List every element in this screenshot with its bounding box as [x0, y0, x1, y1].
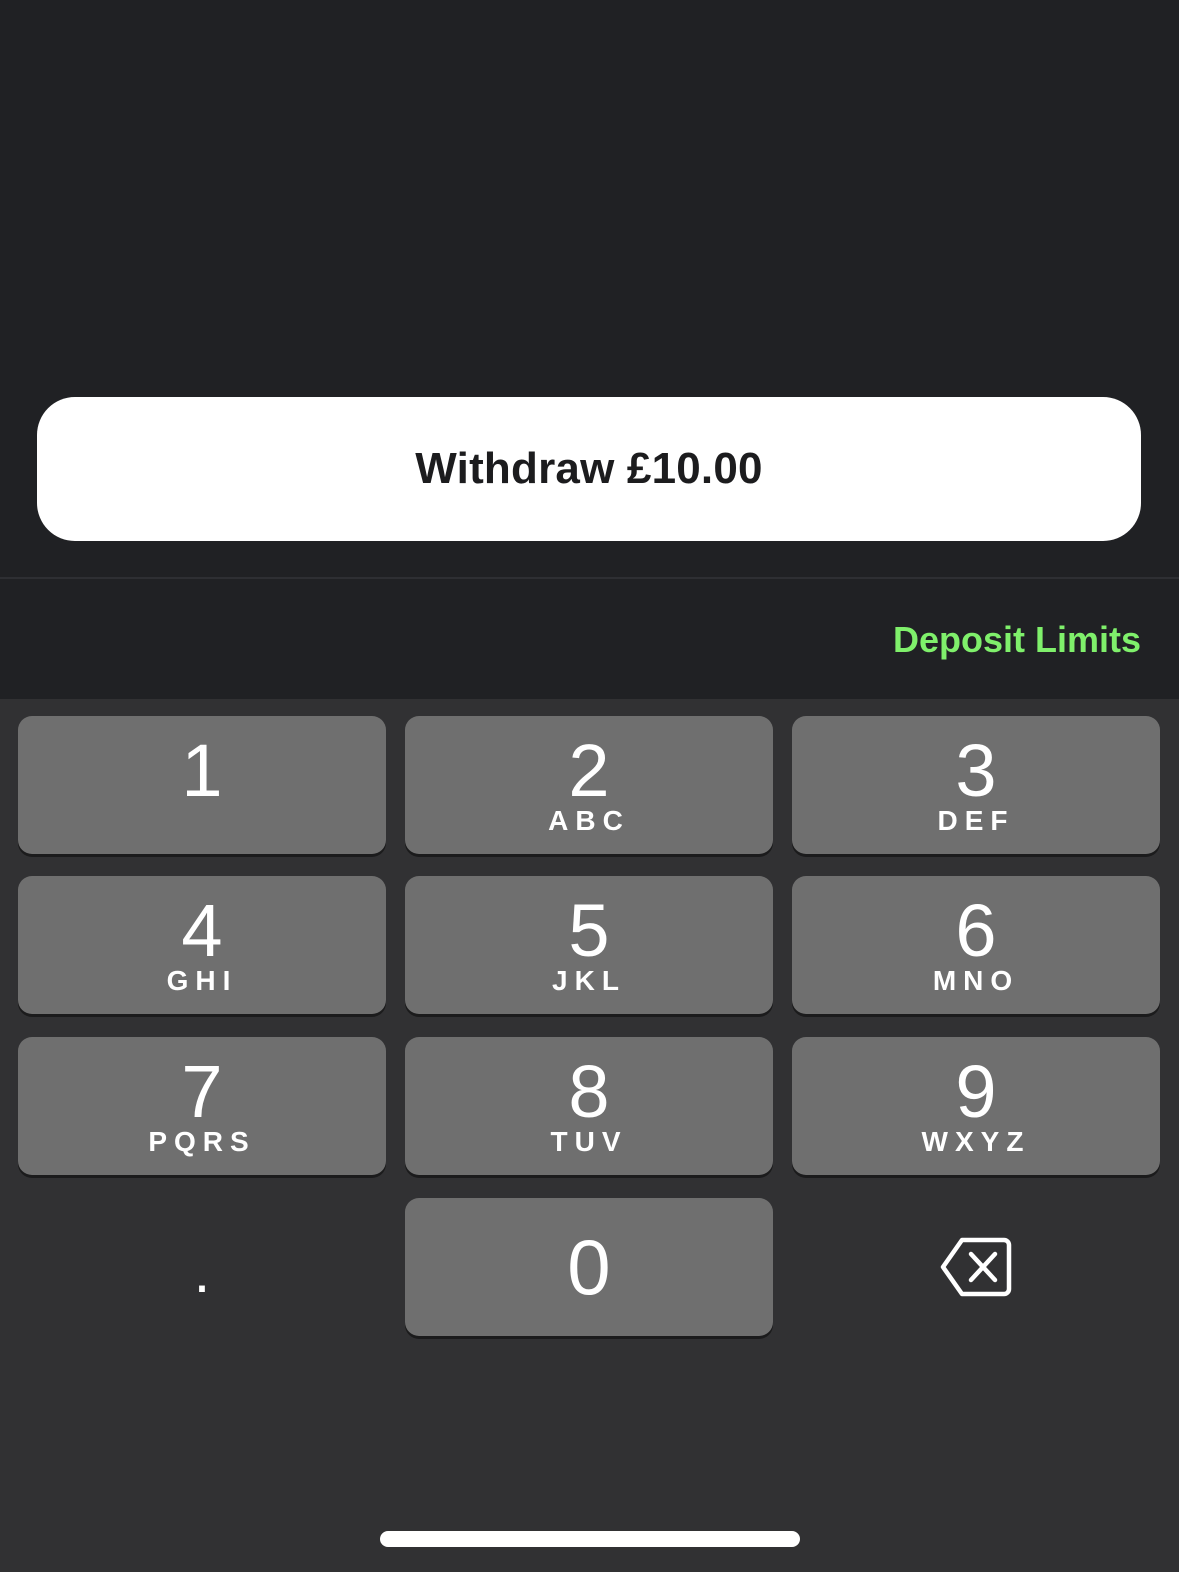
key-letters: WXYZ — [921, 1126, 1031, 1157]
key-letters: DEF — [937, 805, 1015, 836]
deposit-limits-link[interactable]: Deposit Limits — [893, 619, 1141, 661]
key-1[interactable]: 1 — [18, 716, 386, 854]
backspace-key[interactable] — [792, 1198, 1160, 1336]
key-9[interactable]: 9 WXYZ — [792, 1037, 1160, 1175]
key-digit: 1 — [181, 729, 223, 812]
key-7[interactable]: 7 PQRS — [18, 1037, 386, 1175]
key-decimal[interactable]: . — [18, 1198, 386, 1336]
key-letters: JKL — [552, 965, 626, 996]
key-digit: 4 — [181, 889, 223, 972]
key-0[interactable]: 0 — [405, 1198, 773, 1336]
withdraw-button-label: Withdraw £10.00 — [415, 444, 763, 493]
key-digit: 8 — [568, 1050, 610, 1133]
key-digit: 0 — [567, 1223, 611, 1311]
key-8[interactable]: 8 TUV — [405, 1037, 773, 1175]
keyboard-toolbar: Deposit Limits — [0, 579, 1179, 699]
key-3[interactable]: 3 DEF — [792, 716, 1160, 854]
key-letters: PQRS — [148, 1126, 256, 1157]
key-decimal-label: . — [193, 1237, 211, 1305]
backspace-icon — [940, 1237, 1012, 1297]
key-2[interactable]: 2 ABC — [405, 716, 773, 854]
key-digit: 6 — [955, 889, 997, 972]
key-digit: 9 — [955, 1050, 997, 1133]
key-letters: MNO — [932, 965, 1020, 996]
key-5[interactable]: 5 JKL — [405, 876, 773, 1014]
key-4[interactable]: 4 GHI — [18, 876, 386, 1014]
numeric-keypad: 1 2 ABC 3 DEF 4 GHI 5 JKL 6 MNO 7 PQRS 8… — [0, 699, 1179, 1572]
key-digit: 3 — [955, 729, 997, 812]
key-letters: ABC — [548, 805, 630, 836]
withdraw-button[interactable]: Withdraw £10.00 — [37, 397, 1141, 541]
key-letters: TUV — [550, 1126, 628, 1157]
key-digit: 5 — [568, 889, 610, 972]
home-indicator — [380, 1531, 800, 1547]
key-letters: GHI — [166, 965, 238, 996]
key-digit: 7 — [181, 1050, 223, 1133]
key-6[interactable]: 6 MNO — [792, 876, 1160, 1014]
key-digit: 2 — [568, 729, 610, 812]
content-area: Withdraw £10.00 — [0, 0, 1179, 577]
